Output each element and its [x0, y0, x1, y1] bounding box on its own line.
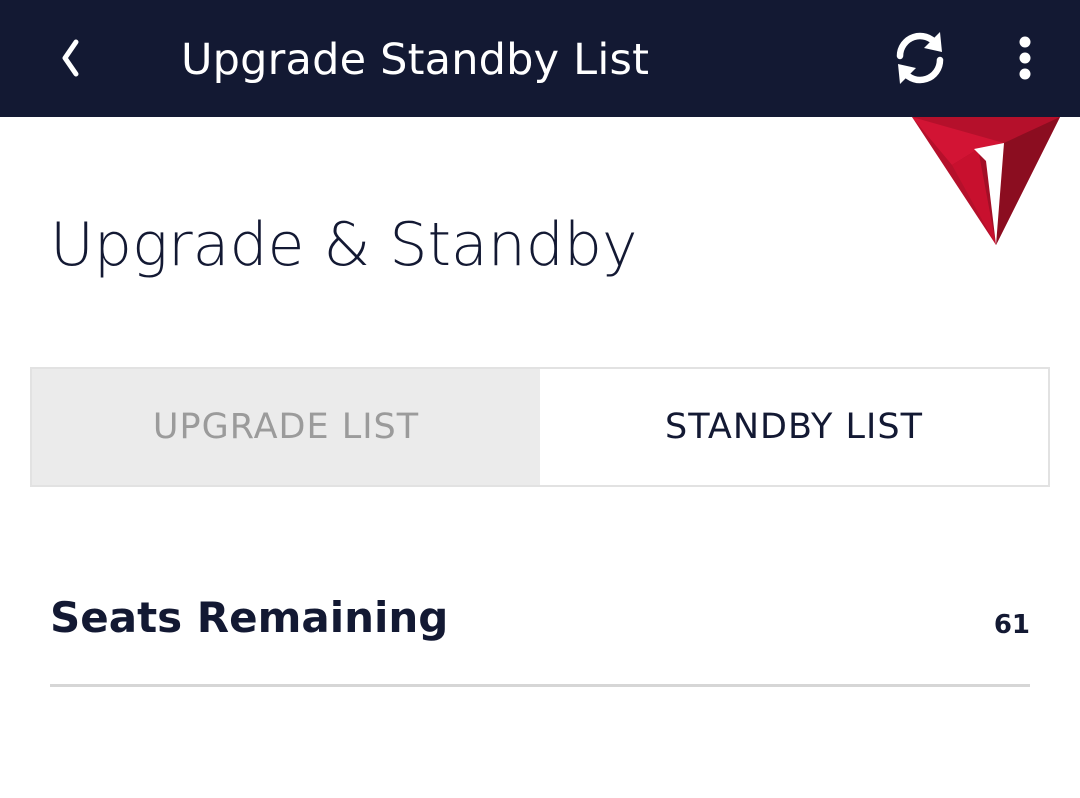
tab-standby-list[interactable]: STANDBY LIST — [540, 369, 1048, 485]
seats-remaining-row: Seats Remaining 61 — [50, 575, 1030, 685]
overflow-menu-button[interactable] — [1000, 28, 1050, 88]
tab-upgrade-list[interactable]: UPGRADE LIST — [32, 369, 540, 485]
chevron-left-icon — [62, 39, 79, 77]
list-tabs: UPGRADE LIST STANDBY LIST — [30, 367, 1050, 487]
screen-title: Upgrade Standby List — [181, 35, 650, 85]
airline-logo — [912, 117, 1060, 245]
more-vertical-icon — [1019, 36, 1031, 80]
refresh-button[interactable] — [884, 22, 956, 94]
app-screen: Upgrade Standby List Upgrade & Standby U… — [0, 0, 1080, 798]
seats-remaining-label: Seats Remaining — [50, 593, 449, 642]
back-button[interactable] — [48, 28, 92, 88]
row-divider — [50, 684, 1030, 687]
top-app-bar: Upgrade Standby List — [0, 0, 1080, 117]
refresh-icon — [896, 32, 944, 84]
page-heading: Upgrade & Standby — [50, 210, 638, 280]
seats-remaining-value: 61 — [993, 610, 1030, 640]
